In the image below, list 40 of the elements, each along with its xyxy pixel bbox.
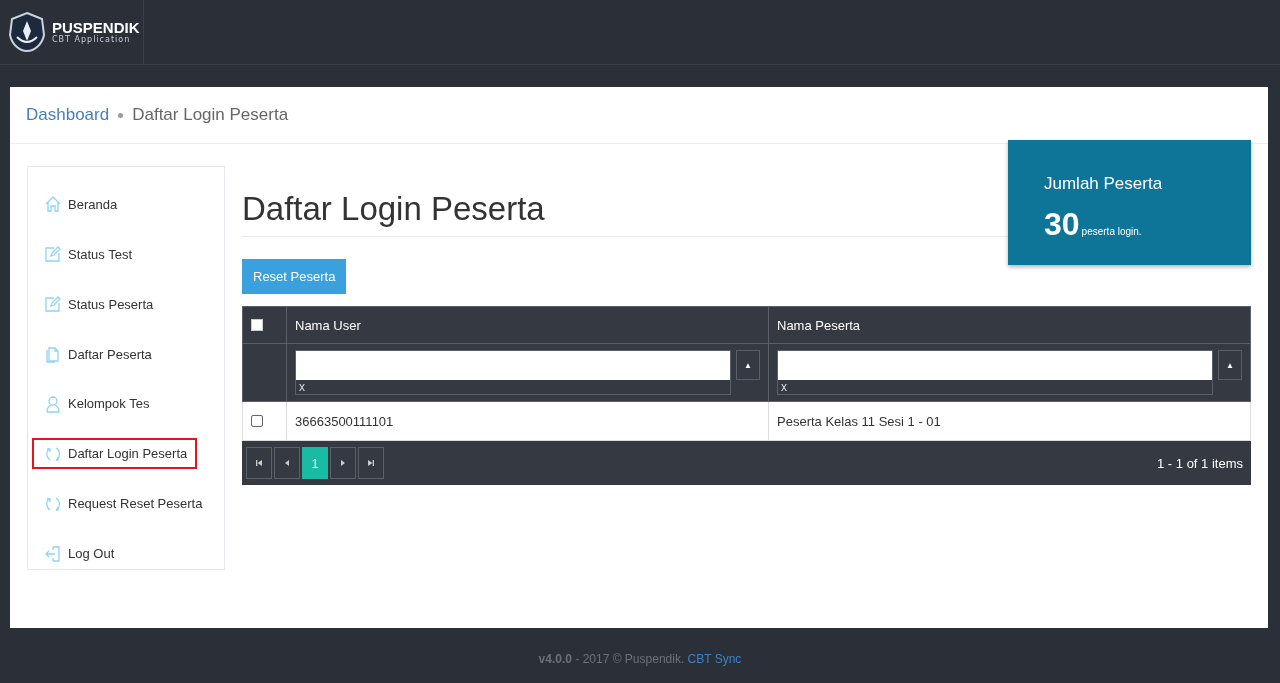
- next-icon: [339, 459, 347, 467]
- last-page-button[interactable]: [358, 447, 384, 479]
- logo-subtitle: CBT Application: [52, 35, 132, 44]
- edit-icon: [44, 245, 62, 264]
- sidebar-item[interactable]: Status Peserta: [32, 288, 164, 320]
- filter-field[interactable]: x: [777, 350, 1213, 395]
- sidebar-item[interactable]: Status Test: [32, 238, 143, 270]
- select-all-checkbox[interactable]: [251, 319, 263, 331]
- edit-icon: [44, 295, 62, 314]
- column-header: Nama User: [286, 306, 769, 344]
- table-cell: 36663500111101: [286, 401, 769, 441]
- stat-title: Jumlah Peserta: [1044, 174, 1164, 194]
- sidebar-item[interactable]: Log Out: [32, 538, 125, 569]
- files-icon: [44, 345, 62, 364]
- last-icon: [367, 459, 375, 467]
- logo-emblem-icon: [8, 11, 46, 53]
- sidebar-item[interactable]: Daftar Peserta: [32, 338, 162, 370]
- sort-button[interactable]: ▲: [736, 350, 760, 380]
- first-page-button[interactable]: [246, 447, 272, 479]
- footer-text: v4.0.0 - 2017 © Puspendik.: [538, 652, 685, 666]
- stat-unit: peserta login.: [1081, 226, 1142, 237]
- first-icon: [255, 459, 263, 467]
- row-checkbox[interactable]: [251, 415, 263, 427]
- sidebar-item[interactable]: Request Reset Peserta: [32, 488, 213, 520]
- table-cell: Peserta Kelas 11 Sesi 1 - 01: [768, 401, 1251, 441]
- sidebar-item[interactable]: Beranda: [32, 189, 128, 220]
- breadcrumb-separator-icon: [118, 112, 124, 118]
- breadcrumb-current: Daftar Login Peserta: [132, 105, 289, 125]
- column-header: Nama Peserta: [768, 306, 1251, 344]
- sidebar-item[interactable]: Daftar Login Peserta: [32, 438, 198, 470]
- logo-title: PUSPENDIK: [52, 20, 140, 35]
- user-icon: [44, 394, 62, 413]
- prev-icon: [283, 459, 291, 467]
- pager-summary: 1 - 1 of 1 items: [1157, 455, 1243, 471]
- breadcrumb-link[interactable]: Dashboard: [26, 105, 110, 125]
- sidebar-item[interactable]: Kelompok Tes: [32, 388, 160, 420]
- sort-button[interactable]: ▲: [1218, 350, 1242, 380]
- logout-icon: [44, 544, 62, 563]
- home-icon: [44, 195, 62, 214]
- filter-field[interactable]: x: [295, 350, 731, 395]
